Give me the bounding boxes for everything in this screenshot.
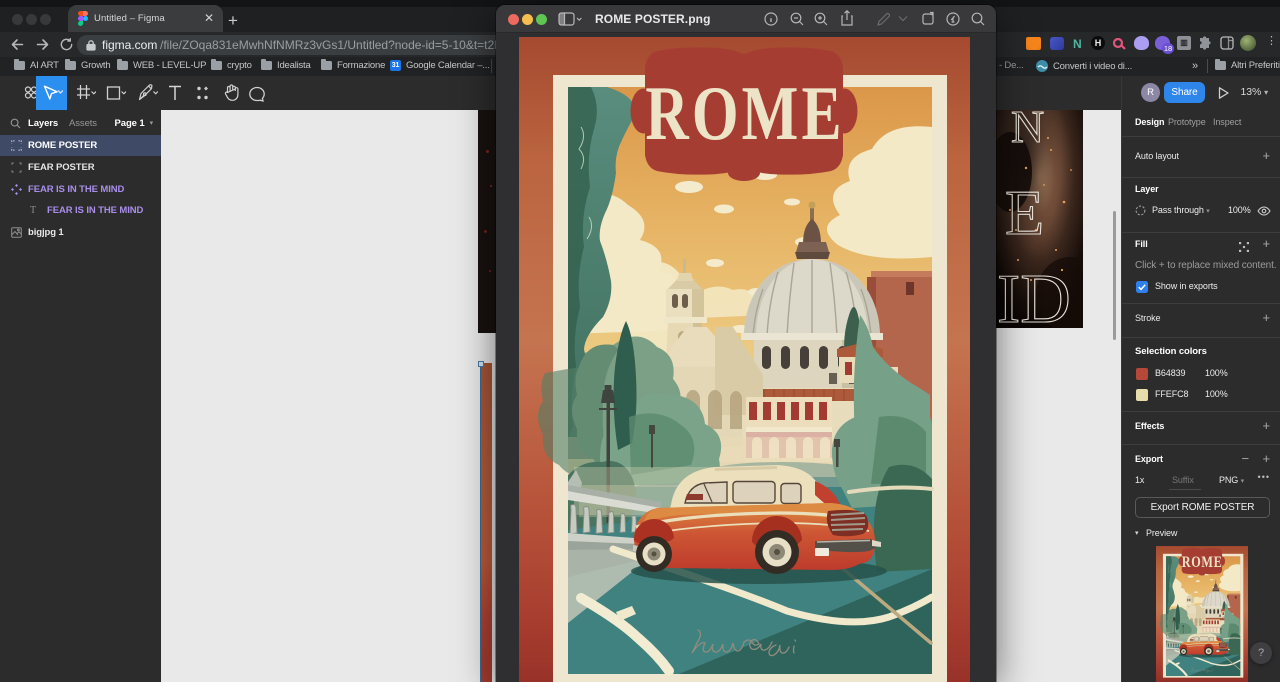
svg-text:ID: ID [997,261,1071,328]
svg-text:E: E [1005,177,1044,248]
svg-text:N: N [1011,110,1044,152]
